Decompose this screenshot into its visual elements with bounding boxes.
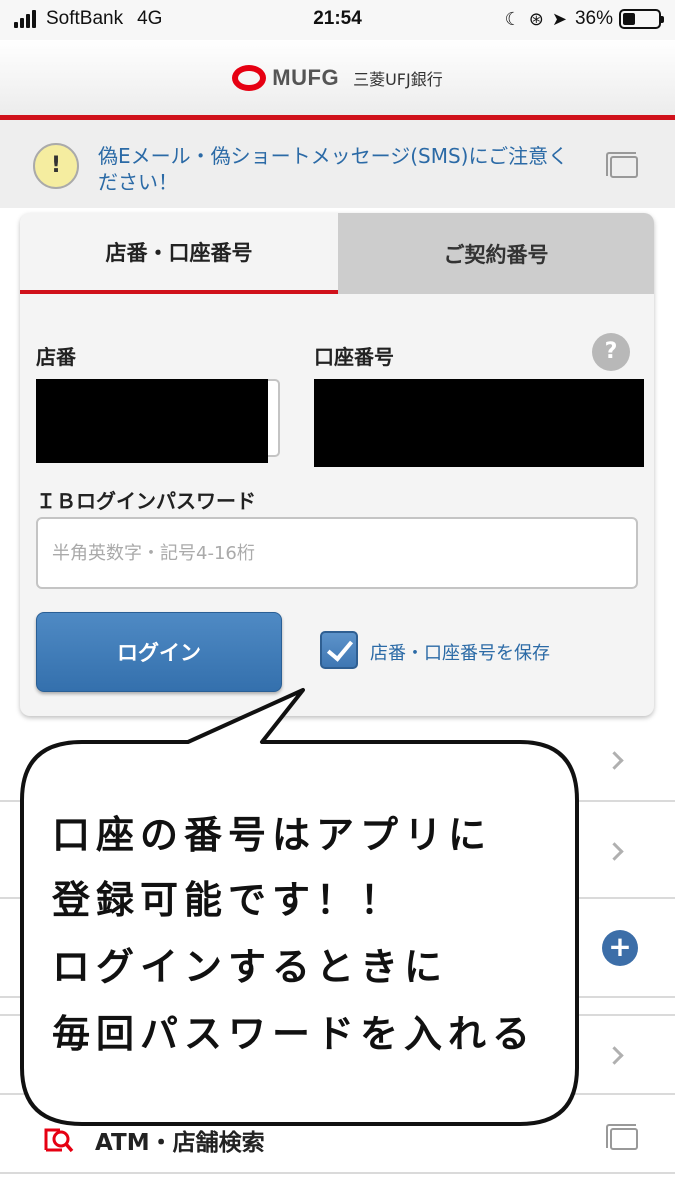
callout-line: ログインするときに <box>52 945 449 989</box>
callout-line: 毎回パスワードを入れる <box>52 1012 537 1056</box>
callout-line: 口座の番号はアプリに <box>52 813 493 857</box>
callout-line: 登録可能です！！ <box>52 878 405 922</box>
